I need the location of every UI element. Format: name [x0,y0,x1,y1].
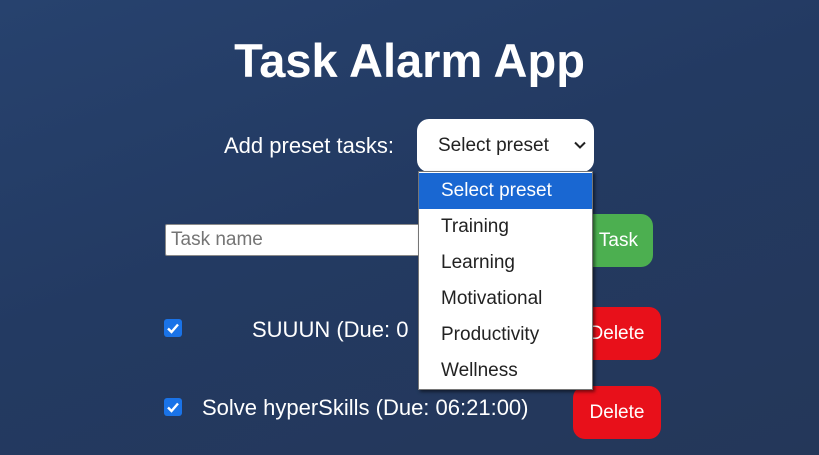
task-text: SUUUN (Due: 0 [252,317,409,342]
task-checkbox[interactable] [164,319,182,337]
task-text: Solve hyperSkills (Due: 06:21:00) [202,395,529,420]
preset-select-value: Select preset [438,135,549,156]
task-name-input[interactable]: Task name [165,224,427,256]
chevron-down-icon [574,141,586,149]
dropdown-option-learning[interactable]: Learning [419,245,592,281]
preset-dropdown-list: Select preset Training Learning Motivati… [418,171,593,390]
checkmark-icon [167,402,179,413]
preset-select[interactable]: Select preset [417,119,594,172]
task-checkbox[interactable] [164,398,182,416]
dropdown-option-wellness[interactable]: Wellness [419,353,592,389]
page-title: Task Alarm App [234,34,585,87]
dropdown-option-training[interactable]: Training [419,209,592,245]
preset-label: Add preset tasks: [224,133,394,158]
dropdown-option-productivity[interactable]: Productivity [419,317,592,353]
delete-button[interactable]: Delete [573,386,661,439]
dropdown-option-motivational[interactable]: Motivational [419,281,592,317]
task-name-placeholder: Task name [171,229,263,250]
checkmark-icon [167,323,179,334]
dropdown-option-select-preset[interactable]: Select preset [419,173,592,209]
